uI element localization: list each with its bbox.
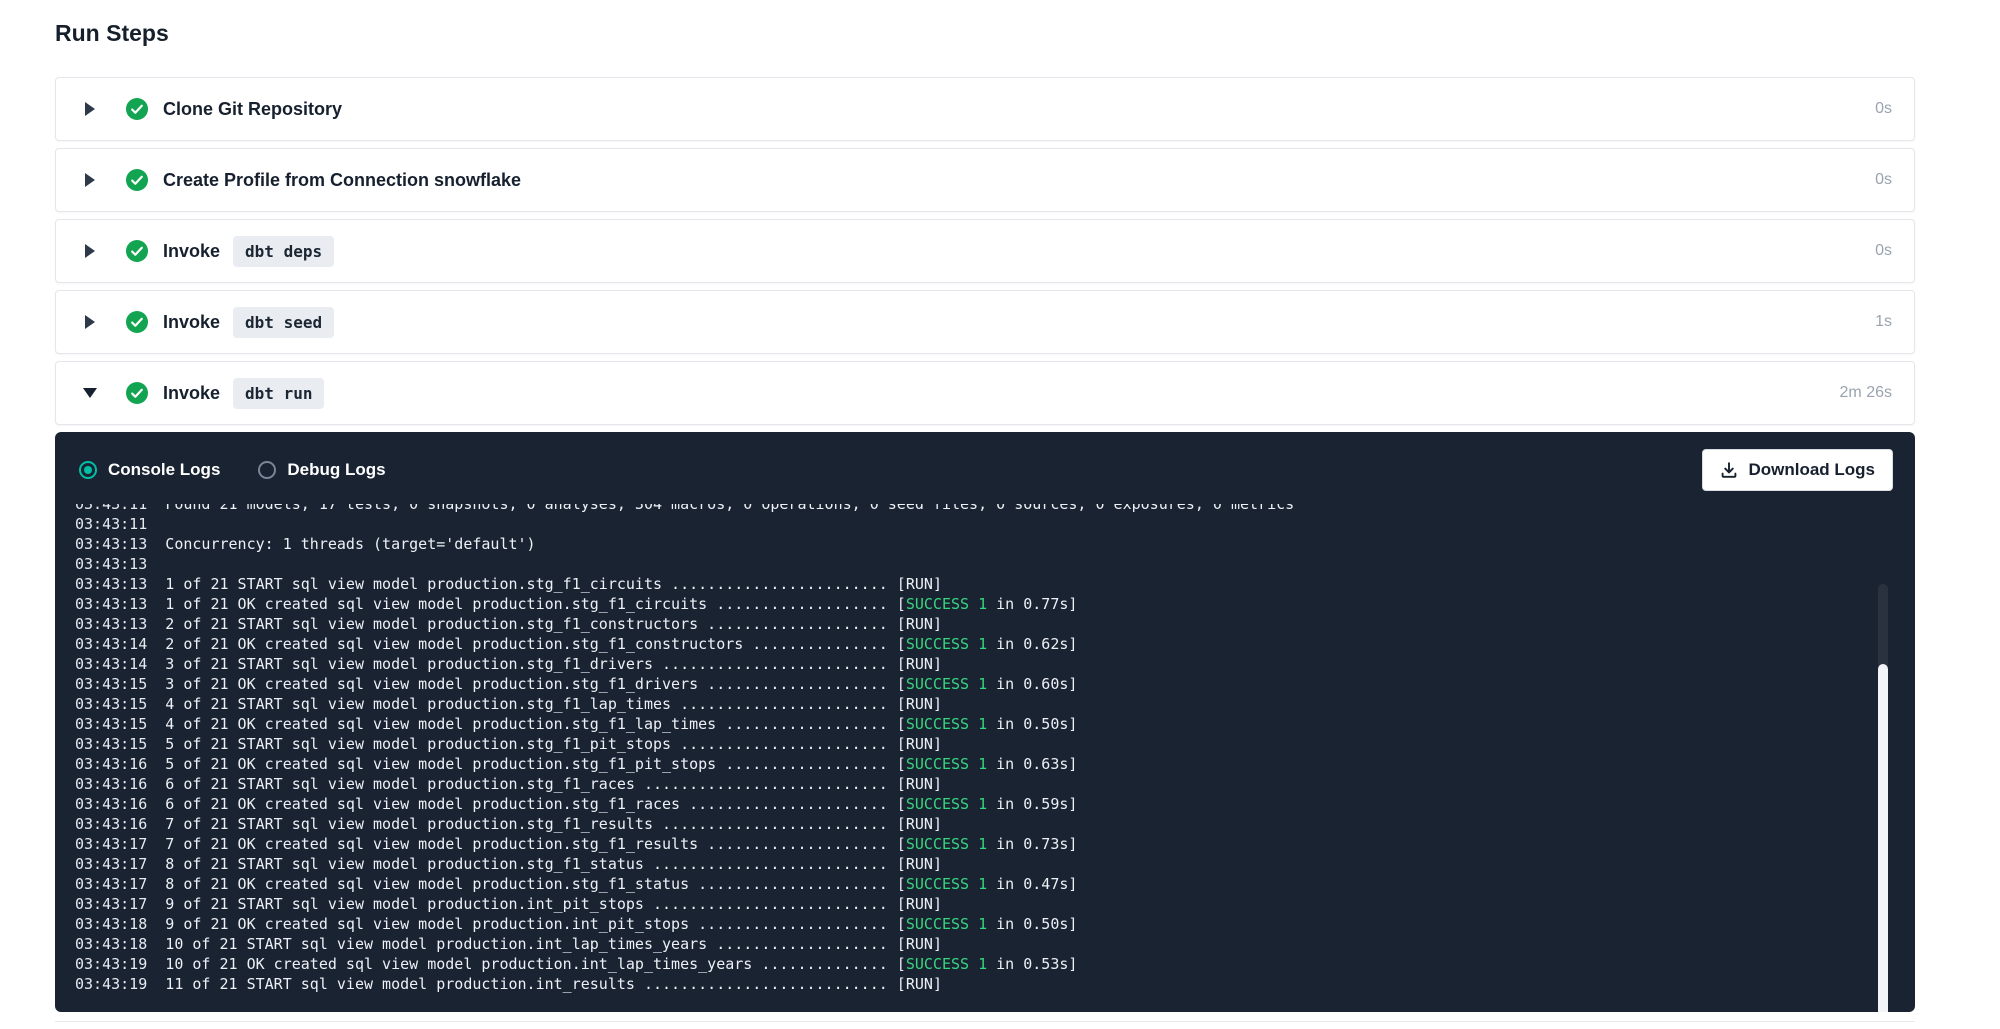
chevron-right-icon xyxy=(85,102,95,116)
log-line: 03:43:17 7 of 21 OK created sql view mod… xyxy=(75,834,1891,854)
debug-logs-radio[interactable]: Debug Logs xyxy=(258,460,385,480)
log-line: 03:43:14 2 of 21 OK created sql view mod… xyxy=(75,634,1891,654)
console-logs-label: Console Logs xyxy=(108,460,220,480)
chevron-down-icon xyxy=(83,388,97,398)
log-line: 03:43:17 9 of 21 START sql view model pr… xyxy=(75,894,1891,914)
radio-selected-icon xyxy=(79,461,97,479)
log-line: 03:43:19 11 of 21 START sql view model p… xyxy=(75,974,1891,994)
log-line: 03:43:16 6 of 21 START sql view model pr… xyxy=(75,774,1891,794)
log-line: 03:43:14 3 of 21 START sql view model pr… xyxy=(75,654,1891,674)
run-step-row[interactable]: Clone Git Repository 0s xyxy=(55,77,1915,141)
run-step-row[interactable]: Invoke dbt deps 0s xyxy=(55,219,1915,283)
log-line: 03:43:19 10 of 21 OK created sql view mo… xyxy=(75,954,1891,974)
step-label: Invoke xyxy=(163,312,220,333)
console-log-output[interactable]: 03:43:11 Found 21 models, 17 tests, 0 sn… xyxy=(55,504,1915,1012)
run-steps-list: Clone Git Repository0sCreate Profile fro… xyxy=(55,77,1915,425)
success-check-icon xyxy=(126,382,148,404)
step-duration: 1s xyxy=(1875,313,1892,331)
log-line: 03:43:17 8 of 21 OK created sql view mod… xyxy=(75,874,1891,894)
chevron-right-icon xyxy=(85,173,95,187)
radio-unselected-icon xyxy=(258,461,276,479)
section-divider xyxy=(55,1021,1915,1022)
log-line: 03:43:13 Concurrency: 1 threads (target=… xyxy=(75,534,1891,554)
log-line: 03:43:11 Found 21 models, 17 tests, 0 sn… xyxy=(75,504,1891,514)
log-line: 03:43:15 4 of 21 OK created sql view mod… xyxy=(75,714,1891,734)
step-label: Invoke xyxy=(163,241,220,262)
run-step-row[interactable]: Invoke dbt seed 1s xyxy=(55,290,1915,354)
step-command-badge: dbt run xyxy=(233,378,324,409)
debug-logs-label: Debug Logs xyxy=(287,460,385,480)
step-label: Clone Git Repository xyxy=(163,99,342,120)
step-label: Create Profile from Connection snowflake xyxy=(163,170,521,191)
console-header: Console Logs Debug Logs Download Logs xyxy=(55,432,1915,504)
step-label: Invoke xyxy=(163,383,220,404)
log-line: 03:43:15 5 of 21 START sql view model pr… xyxy=(75,734,1891,754)
log-line: 03:43:13 1 of 21 START sql view model pr… xyxy=(75,574,1891,594)
log-line: 03:43:18 9 of 21 OK created sql view mod… xyxy=(75,914,1891,934)
success-check-icon xyxy=(126,98,148,120)
log-line: 03:43:15 3 of 21 OK created sql view mod… xyxy=(75,674,1891,694)
success-check-icon xyxy=(126,240,148,262)
log-line: 03:43:17 8 of 21 START sql view model pr… xyxy=(75,854,1891,874)
chevron-right-icon xyxy=(85,244,95,258)
console-logs-radio[interactable]: Console Logs xyxy=(79,460,220,480)
success-check-icon xyxy=(126,169,148,191)
console-log-lines: 03:43:11 Found 21 models, 17 tests, 0 sn… xyxy=(75,504,1891,994)
console-panel: Console Logs Debug Logs Download Logs 03… xyxy=(55,432,1915,1012)
log-line: 03:43:11 xyxy=(75,514,1891,534)
step-command-badge: dbt deps xyxy=(233,236,334,267)
log-line: 03:43:13 xyxy=(75,554,1891,574)
success-check-icon xyxy=(126,311,148,333)
step-duration: 0s xyxy=(1875,100,1892,118)
log-line: 03:43:13 2 of 21 START sql view model pr… xyxy=(75,614,1891,634)
step-duration: 2m 26s xyxy=(1840,384,1892,402)
log-line: 03:43:16 5 of 21 OK created sql view mod… xyxy=(75,754,1891,774)
download-icon xyxy=(1720,461,1738,479)
log-line: 03:43:13 1 of 21 OK created sql view mod… xyxy=(75,594,1891,614)
log-line: 03:43:18 10 of 21 START sql view model p… xyxy=(75,934,1891,954)
download-logs-label: Download Logs xyxy=(1748,460,1875,480)
run-step-row[interactable]: Create Profile from Connection snowflake… xyxy=(55,148,1915,212)
log-line: 03:43:15 4 of 21 START sql view model pr… xyxy=(75,694,1891,714)
step-command-badge: dbt seed xyxy=(233,307,334,338)
step-duration: 0s xyxy=(1875,171,1892,189)
step-duration: 0s xyxy=(1875,242,1892,260)
download-logs-button[interactable]: Download Logs xyxy=(1702,449,1893,491)
run-steps-page: Run Steps Clone Git Repository0sCreate P… xyxy=(0,0,2000,1022)
log-line: 03:43:16 7 of 21 START sql view model pr… xyxy=(75,814,1891,834)
log-line: 03:43:16 6 of 21 OK created sql view mod… xyxy=(75,794,1891,814)
chevron-right-icon xyxy=(85,315,95,329)
run-step-row[interactable]: Invoke dbt run 2m 26s xyxy=(55,361,1915,425)
page-title: Run Steps xyxy=(55,20,1915,47)
console-scrollbar[interactable] xyxy=(1878,664,1888,1012)
